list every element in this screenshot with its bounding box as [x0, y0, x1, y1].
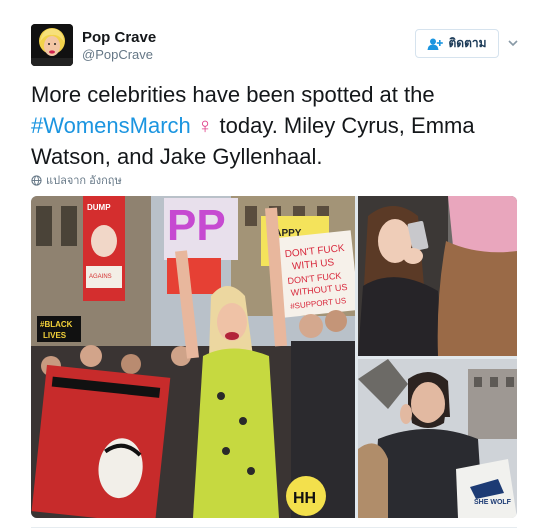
photo-emma-watson[interactable]	[358, 196, 517, 356]
follow-label: ติดตาม	[448, 36, 487, 50]
hashtag-link[interactable]: #WomensMarch	[31, 113, 191, 138]
sign-hh-text: HH	[293, 490, 316, 507]
photo-grid: DUMP AGAINS PP HAPPY DON'T FUCK WITH US …	[31, 196, 517, 518]
sign-dump-text: DUMP	[87, 203, 111, 212]
avatar[interactable]	[31, 24, 73, 66]
account-handle[interactable]: @PopCrave	[82, 47, 156, 63]
tweet-text-intro: More celebrities have been spotted at th…	[31, 82, 435, 107]
sign-black-text: #BLACK	[40, 320, 73, 329]
bag-text: SHE WOLF	[474, 499, 512, 506]
globe-icon	[31, 174, 42, 186]
sign-lives-text: LIVES	[43, 331, 67, 340]
follow-button[interactable]: ติดตาม	[415, 29, 499, 58]
tweet-header: Pop Crave @PopCrave ติดตาม	[31, 24, 523, 68]
venus-emoji: ♀	[196, 113, 214, 138]
display-name[interactable]: Pop Crave	[82, 29, 156, 47]
photo-miley-cyrus-march[interactable]: DUMP AGAINS PP HAPPY DON'T FUCK WITH US …	[31, 196, 355, 518]
add-user-icon	[427, 38, 444, 50]
sign-pp-text: PP	[167, 201, 226, 250]
photo-jake-gyllenhaal[interactable]: SHE WOLF	[358, 359, 517, 518]
divider	[31, 527, 517, 528]
translate-label: แปลจาก อังกฤษ	[46, 175, 122, 187]
translate-link[interactable]: แปลจาก อังกฤษ	[31, 171, 122, 189]
tweet-text: More celebrities have been spotted at th…	[31, 79, 523, 172]
sign-agains-text: AGAINS	[89, 274, 112, 280]
chevron-down-icon[interactable]	[507, 37, 519, 49]
